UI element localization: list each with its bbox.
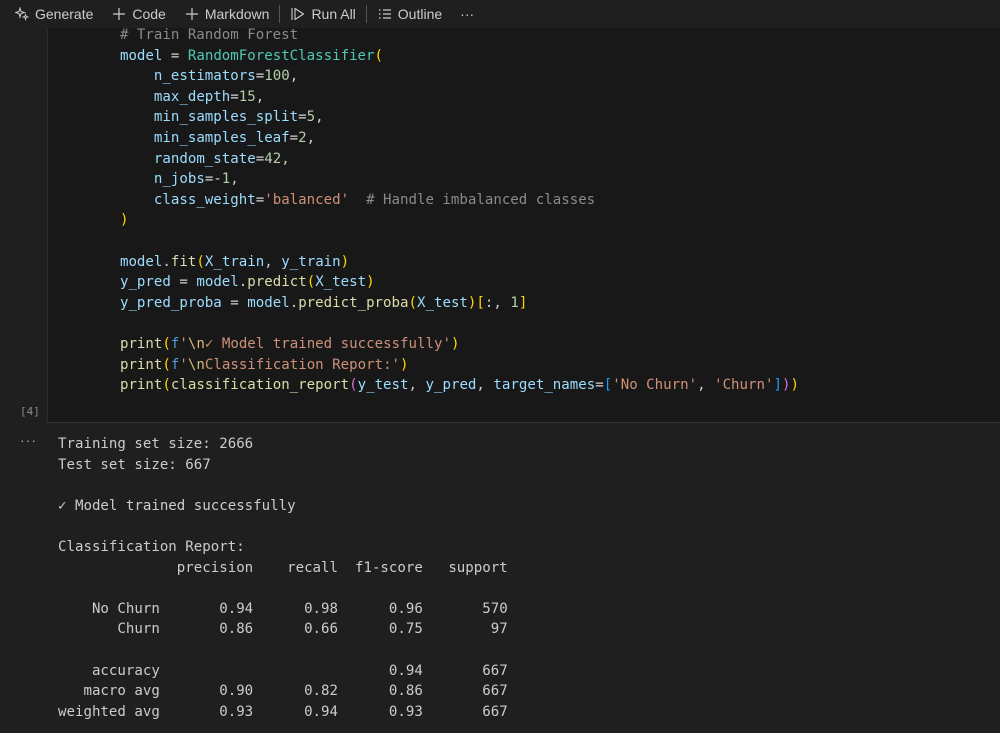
- sparkle-icon: [14, 6, 30, 22]
- code-editor[interactable]: # Train Random Forest model = RandomFore…: [86, 25, 799, 396]
- code-line: model = RandomForestClassifier(: [119, 47, 384, 64]
- add-code-cell-button[interactable]: Code: [105, 2, 171, 26]
- code-line: # Train Random Forest: [86, 27, 299, 43]
- cell-output: Training set size: 2666 Test set size: 66…: [58, 434, 508, 722]
- code-line: y_pred_proba = model.predict_proba(X_tes…: [119, 294, 528, 311]
- output-line: Classification Report:: [58, 538, 245, 555]
- code-line: ): [119, 212, 129, 229]
- toolbar-divider: [279, 5, 281, 23]
- code-line: model.fit(X_train, y_train): [119, 253, 350, 270]
- code-line: class_weight='balanced' # Handle imbalan…: [153, 191, 596, 208]
- run-all-icon: [290, 6, 306, 22]
- add-markdown-cell-button[interactable]: Markdown: [178, 2, 276, 26]
- more-actions-button[interactable]: ···: [454, 2, 480, 26]
- code-line: max_depth=15,: [153, 88, 265, 105]
- plus-icon: [184, 6, 200, 22]
- code-line: print(f'\nClassification Report:'): [119, 356, 409, 373]
- output-line: ✓ Model trained successfully: [58, 497, 296, 514]
- output-line: Test set size: 667: [58, 456, 211, 473]
- output-line: Churn 0.86 0.66 0.75 97: [58, 621, 508, 638]
- code-line: print(classification_report(y_test, y_pr…: [119, 377, 799, 394]
- code-line: n_estimators=100,: [153, 68, 299, 85]
- outline-label: Outline: [397, 6, 443, 22]
- list-icon: [377, 6, 393, 22]
- code-line: min_samples_leaf=2,: [153, 129, 316, 146]
- execution-count: [4]: [20, 405, 40, 418]
- output-line: No Churn 0.94 0.98 0.96 570: [58, 600, 508, 617]
- run-all-button[interactable]: Run All: [284, 2, 361, 26]
- output-line: macro avg 0.90 0.82 0.86 667: [58, 683, 508, 700]
- code-line: random_state=42,: [153, 150, 290, 167]
- outline-button[interactable]: Outline: [371, 2, 448, 26]
- more-icon: ···: [460, 6, 475, 22]
- notebook-toolbar: Generate Code Markdown Run All Outline ·…: [0, 0, 1000, 28]
- generate-button[interactable]: Generate: [8, 2, 99, 26]
- code-line: y_pred = model.predict(X_test): [119, 274, 375, 291]
- code-line: n_jobs=-1,: [153, 171, 239, 188]
- plus-icon: [111, 6, 127, 22]
- markdown-label: Markdown: [204, 6, 270, 22]
- code-line: print(f'\n✓ Model trained successfully'): [119, 335, 460, 352]
- generate-label: Generate: [35, 6, 94, 22]
- output-line: precision recall f1-score support: [58, 559, 508, 576]
- code-line: min_samples_split=5,: [153, 109, 324, 126]
- run-all-label: Run All: [311, 6, 356, 22]
- output-actions-button[interactable]: ···: [20, 432, 37, 448]
- output-line: weighted avg 0.93 0.94 0.93 667: [58, 703, 508, 720]
- code-label: Code: [132, 6, 166, 22]
- output-line: accuracy 0.94 667: [58, 662, 508, 679]
- output-line: Training set size: 2666: [58, 436, 254, 452]
- toolbar-divider: [365, 5, 367, 23]
